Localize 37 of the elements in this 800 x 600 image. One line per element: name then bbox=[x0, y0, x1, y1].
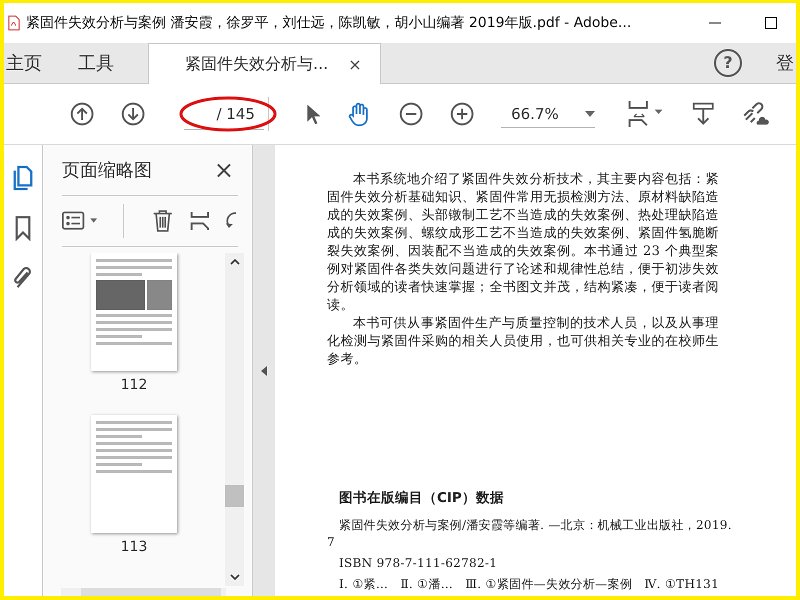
pdf-file-icon bbox=[8, 15, 20, 31]
page-thumbnail[interactable] bbox=[91, 415, 177, 533]
paperclip-icon[interactable] bbox=[12, 265, 34, 291]
caret-icon bbox=[584, 110, 595, 116]
cip-line: ISBN 978-7-111-62782-1 bbox=[338, 555, 498, 572]
page-number-label: 113 bbox=[120, 539, 148, 555]
page-count: / 145 bbox=[216, 104, 255, 122]
zoom-in-icon[interactable] bbox=[450, 100, 474, 128]
previous-page-icon[interactable] bbox=[70, 100, 94, 128]
pages-icon[interactable] bbox=[12, 165, 34, 191]
scrollbar-thumb[interactable] bbox=[81, 588, 221, 596]
extract-pages-icon[interactable] bbox=[190, 209, 210, 233]
tab[interactable]: 紧固件失效分析与... × bbox=[148, 43, 381, 84]
paragraph: 本书可供从事紧固件生产与质量控制的技术人员，以及从事理化检测与紧固件采购的相关人员使用，也可供相关专业的在校师生参考。 bbox=[327, 315, 719, 369]
window-title: 紧固件失效分析与案例 潘安霞，徐罗平，刘仕远，陈凯敏，胡小山编著 2019年版.pdf - Adobe... bbox=[26, 14, 632, 32]
scroll-up-icon[interactable] bbox=[230, 259, 240, 265]
trash-icon[interactable] bbox=[152, 208, 174, 234]
cip-heading: 图书在版编目（CIP）数据 bbox=[339, 489, 505, 507]
scrollbar-thumb[interactable] bbox=[225, 484, 244, 507]
zoom-dropdown[interactable]: 66.7% bbox=[501, 100, 595, 128]
bookmark-icon[interactable] bbox=[14, 215, 32, 241]
panel-title: 页面缩略图 bbox=[62, 159, 152, 182]
zoom-out-icon[interactable] bbox=[398, 100, 423, 128]
cip-line: 紧固件失效分析与案例/潘安霞等编著. —北京：机械工业出版社，2019. 7 bbox=[327, 517, 733, 551]
scroll-down-icon[interactable] bbox=[230, 574, 240, 580]
help-button[interactable]: ? bbox=[714, 49, 742, 77]
close-panel-button[interactable]: × bbox=[210, 156, 238, 184]
sign-in-link[interactable]: 登 bbox=[776, 51, 794, 75]
tab[interactable]: 工具 bbox=[76, 43, 128, 83]
paragraph: 本书系统地介绍了紧固件失效分析技术，其主要内容包括：紧固件失效分析基础知识、紧固件常用无损检测方法、原材料缺陷造成的失效案例、头部镦制工艺不当造成的失效案例、热处理缺陷造成的失效案例、螺纹成形工艺不当造成的失效案例、紧固件氢脆断裂失效案例、因装配不当造成的失效案例。本书通过 23 个典型案例对紧固件各类失效问题进行了论述和规律性总结，便于初涉失效分析领域的读者快速掌握；全书图文并茂，结构紧凑，便于读者阅读。 bbox=[327, 171, 719, 315]
maximize-icon[interactable] bbox=[764, 16, 778, 30]
page-number-label: 112 bbox=[120, 377, 148, 393]
cip-line: Ⅰ. ①紧… Ⅱ. ①潘… Ⅲ. ①紧固件—失效分析—案例 Ⅳ. ①TH131 bbox=[338, 576, 720, 593]
page-thumbnail[interactable] bbox=[91, 253, 177, 371]
next-page-icon[interactable] bbox=[121, 100, 146, 128]
tab[interactable]: 主页 bbox=[4, 43, 56, 83]
collapse-panel-icon[interactable] bbox=[261, 366, 267, 376]
